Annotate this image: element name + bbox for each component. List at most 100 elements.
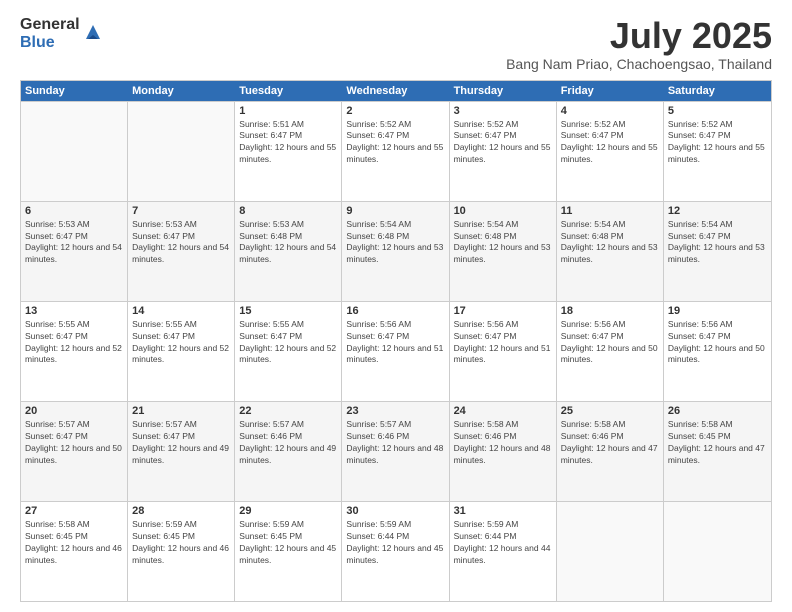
weekday-header-friday: Friday (557, 81, 664, 101)
day-number: 9 (346, 205, 444, 217)
calendar: SundayMondayTuesdayWednesdayThursdayFrid… (20, 80, 772, 602)
day-cell-6: 6 Sunrise: 5:53 AM Sunset: 6:47 PM Daylig… (21, 202, 128, 301)
day-number: 11 (561, 205, 659, 217)
day-info: Sunrise: 5:55 AM Sunset: 6:47 PM Dayligh… (132, 319, 230, 367)
day-number: 13 (25, 305, 123, 317)
day-cell-23: 23 Sunrise: 5:57 AM Sunset: 6:46 PM Dayli… (342, 402, 449, 501)
day-number: 4 (561, 105, 659, 117)
title-block: July 2025 Bang Nam Priao, Chachoengsao, … (506, 16, 772, 72)
calendar-header: SundayMondayTuesdayWednesdayThursdayFrid… (21, 81, 771, 101)
day-info: Sunrise: 5:58 AM Sunset: 6:45 PM Dayligh… (668, 419, 767, 467)
day-info: Sunrise: 5:56 AM Sunset: 6:47 PM Dayligh… (668, 319, 767, 367)
empty-cell (128, 102, 235, 201)
day-info: Sunrise: 5:59 AM Sunset: 6:45 PM Dayligh… (239, 519, 337, 567)
day-cell-1: 1 Sunrise: 5:51 AM Sunset: 6:47 PM Daylig… (235, 102, 342, 201)
day-number: 18 (561, 305, 659, 317)
day-info: Sunrise: 5:53 AM Sunset: 6:47 PM Dayligh… (132, 219, 230, 267)
day-info: Sunrise: 5:57 AM Sunset: 6:46 PM Dayligh… (239, 419, 337, 467)
day-info: Sunrise: 5:55 AM Sunset: 6:47 PM Dayligh… (25, 319, 123, 367)
month-title: July 2025 (506, 16, 772, 56)
weekday-header-tuesday: Tuesday (235, 81, 342, 101)
calendar-row-0: 1 Sunrise: 5:51 AM Sunset: 6:47 PM Daylig… (21, 101, 771, 201)
logo-general: General (20, 16, 80, 34)
day-info: Sunrise: 5:57 AM Sunset: 6:47 PM Dayligh… (25, 419, 123, 467)
day-number: 7 (132, 205, 230, 217)
day-cell-27: 27 Sunrise: 5:58 AM Sunset: 6:45 PM Dayli… (21, 502, 128, 601)
day-info: Sunrise: 5:54 AM Sunset: 6:48 PM Dayligh… (346, 219, 444, 267)
day-number: 20 (25, 405, 123, 417)
day-info: Sunrise: 5:54 AM Sunset: 6:47 PM Dayligh… (668, 219, 767, 267)
day-info: Sunrise: 5:52 AM Sunset: 6:47 PM Dayligh… (668, 119, 767, 167)
logo-icon (82, 21, 104, 43)
day-info: Sunrise: 5:56 AM Sunset: 6:47 PM Dayligh… (346, 319, 444, 367)
day-cell-7: 7 Sunrise: 5:53 AM Sunset: 6:47 PM Daylig… (128, 202, 235, 301)
calendar-row-3: 20 Sunrise: 5:57 AM Sunset: 6:47 PM Dayli… (21, 401, 771, 501)
day-info: Sunrise: 5:58 AM Sunset: 6:45 PM Dayligh… (25, 519, 123, 567)
day-info: Sunrise: 5:53 AM Sunset: 6:47 PM Dayligh… (25, 219, 123, 267)
day-number: 26 (668, 405, 767, 417)
day-cell-25: 25 Sunrise: 5:58 AM Sunset: 6:46 PM Dayli… (557, 402, 664, 501)
day-number: 12 (668, 205, 767, 217)
day-number: 1 (239, 105, 337, 117)
day-info: Sunrise: 5:56 AM Sunset: 6:47 PM Dayligh… (454, 319, 552, 367)
weekday-header-thursday: Thursday (450, 81, 557, 101)
day-cell-12: 12 Sunrise: 5:54 AM Sunset: 6:47 PM Dayli… (664, 202, 771, 301)
day-cell-22: 22 Sunrise: 5:57 AM Sunset: 6:46 PM Dayli… (235, 402, 342, 501)
day-cell-10: 10Sunrise: 5:54 AM Sunset: 6:48 PM Dayli… (450, 202, 557, 301)
day-info: Sunrise: 5:57 AM Sunset: 6:47 PM Dayligh… (132, 419, 230, 467)
day-number: 15 (239, 305, 337, 317)
day-cell-9: 9 Sunrise: 5:54 AM Sunset: 6:48 PM Daylig… (342, 202, 449, 301)
day-number: 16 (346, 305, 444, 317)
day-number: 27 (25, 505, 123, 517)
day-cell-28: 28Sunrise: 5:59 AM Sunset: 6:45 PM Dayli… (128, 502, 235, 601)
day-cell-16: 16 Sunrise: 5:56 AM Sunset: 6:47 PM Dayli… (342, 302, 449, 401)
calendar-row-1: 6 Sunrise: 5:53 AM Sunset: 6:47 PM Daylig… (21, 201, 771, 301)
day-number: 5 (668, 105, 767, 117)
calendar-row-2: 13 Sunrise: 5:55 AM Sunset: 6:47 PM Dayli… (21, 301, 771, 401)
day-number: 6 (25, 205, 123, 217)
calendar-row-4: 27 Sunrise: 5:58 AM Sunset: 6:45 PM Dayli… (21, 501, 771, 601)
location-subtitle: Bang Nam Priao, Chachoengsao, Thailand (506, 56, 772, 72)
day-number: 25 (561, 405, 659, 417)
day-number: 30 (346, 505, 444, 517)
day-cell-31: 31 Sunrise: 5:59 AM Sunset: 6:44 PM Dayli… (450, 502, 557, 601)
empty-cell (557, 502, 664, 601)
day-info: Sunrise: 5:52 AM Sunset: 6:47 PM Dayligh… (454, 119, 552, 167)
day-info: Sunrise: 5:58 AM Sunset: 6:46 PM Dayligh… (561, 419, 659, 467)
day-info: Sunrise: 5:51 AM Sunset: 6:47 PM Dayligh… (239, 119, 337, 167)
day-cell-24: 24Sunrise: 5:58 AM Sunset: 6:46 PM Dayli… (450, 402, 557, 501)
day-cell-20: 20 Sunrise: 5:57 AM Sunset: 6:47 PM Dayli… (21, 402, 128, 501)
day-info: Sunrise: 5:57 AM Sunset: 6:46 PM Dayligh… (346, 419, 444, 467)
day-number: 8 (239, 205, 337, 217)
logo-blue: Blue (20, 34, 80, 52)
day-info: Sunrise: 5:55 AM Sunset: 6:47 PM Dayligh… (239, 319, 337, 367)
day-cell-5: 5 Sunrise: 5:52 AM Sunset: 6:47 PM Daylig… (664, 102, 771, 201)
day-cell-18: 18 Sunrise: 5:56 AM Sunset: 6:47 PM Dayli… (557, 302, 664, 401)
weekday-header-wednesday: Wednesday (342, 81, 449, 101)
day-cell-14: 14Sunrise: 5:55 AM Sunset: 6:47 PM Dayli… (128, 302, 235, 401)
calendar-body: 1 Sunrise: 5:51 AM Sunset: 6:47 PM Daylig… (21, 101, 771, 601)
day-cell-15: 15 Sunrise: 5:55 AM Sunset: 6:47 PM Dayli… (235, 302, 342, 401)
day-info: Sunrise: 5:59 AM Sunset: 6:44 PM Dayligh… (454, 519, 552, 567)
day-number: 31 (454, 505, 552, 517)
day-info: Sunrise: 5:59 AM Sunset: 6:44 PM Dayligh… (346, 519, 444, 567)
logo: General Blue (20, 16, 104, 51)
day-cell-21: 21 Sunrise: 5:57 AM Sunset: 6:47 PM Dayli… (128, 402, 235, 501)
day-info: Sunrise: 5:52 AM Sunset: 6:47 PM Dayligh… (346, 119, 444, 167)
empty-cell (664, 502, 771, 601)
day-number: 22 (239, 405, 337, 417)
day-info: Sunrise: 5:53 AM Sunset: 6:48 PM Dayligh… (239, 219, 337, 267)
day-cell-13: 13 Sunrise: 5:55 AM Sunset: 6:47 PM Dayli… (21, 302, 128, 401)
day-cell-4: 4Sunrise: 5:52 AM Sunset: 6:47 PM Daylig… (557, 102, 664, 201)
day-number: 19 (668, 305, 767, 317)
day-number: 2 (346, 105, 444, 117)
day-number: 23 (346, 405, 444, 417)
day-cell-2: 2 Sunrise: 5:52 AM Sunset: 6:47 PM Daylig… (342, 102, 449, 201)
day-number: 3 (454, 105, 552, 117)
day-number: 21 (132, 405, 230, 417)
empty-cell (21, 102, 128, 201)
day-number: 29 (239, 505, 337, 517)
day-cell-30: 30 Sunrise: 5:59 AM Sunset: 6:44 PM Dayli… (342, 502, 449, 601)
day-info: Sunrise: 5:56 AM Sunset: 6:47 PM Dayligh… (561, 319, 659, 367)
day-number: 10 (454, 205, 552, 217)
